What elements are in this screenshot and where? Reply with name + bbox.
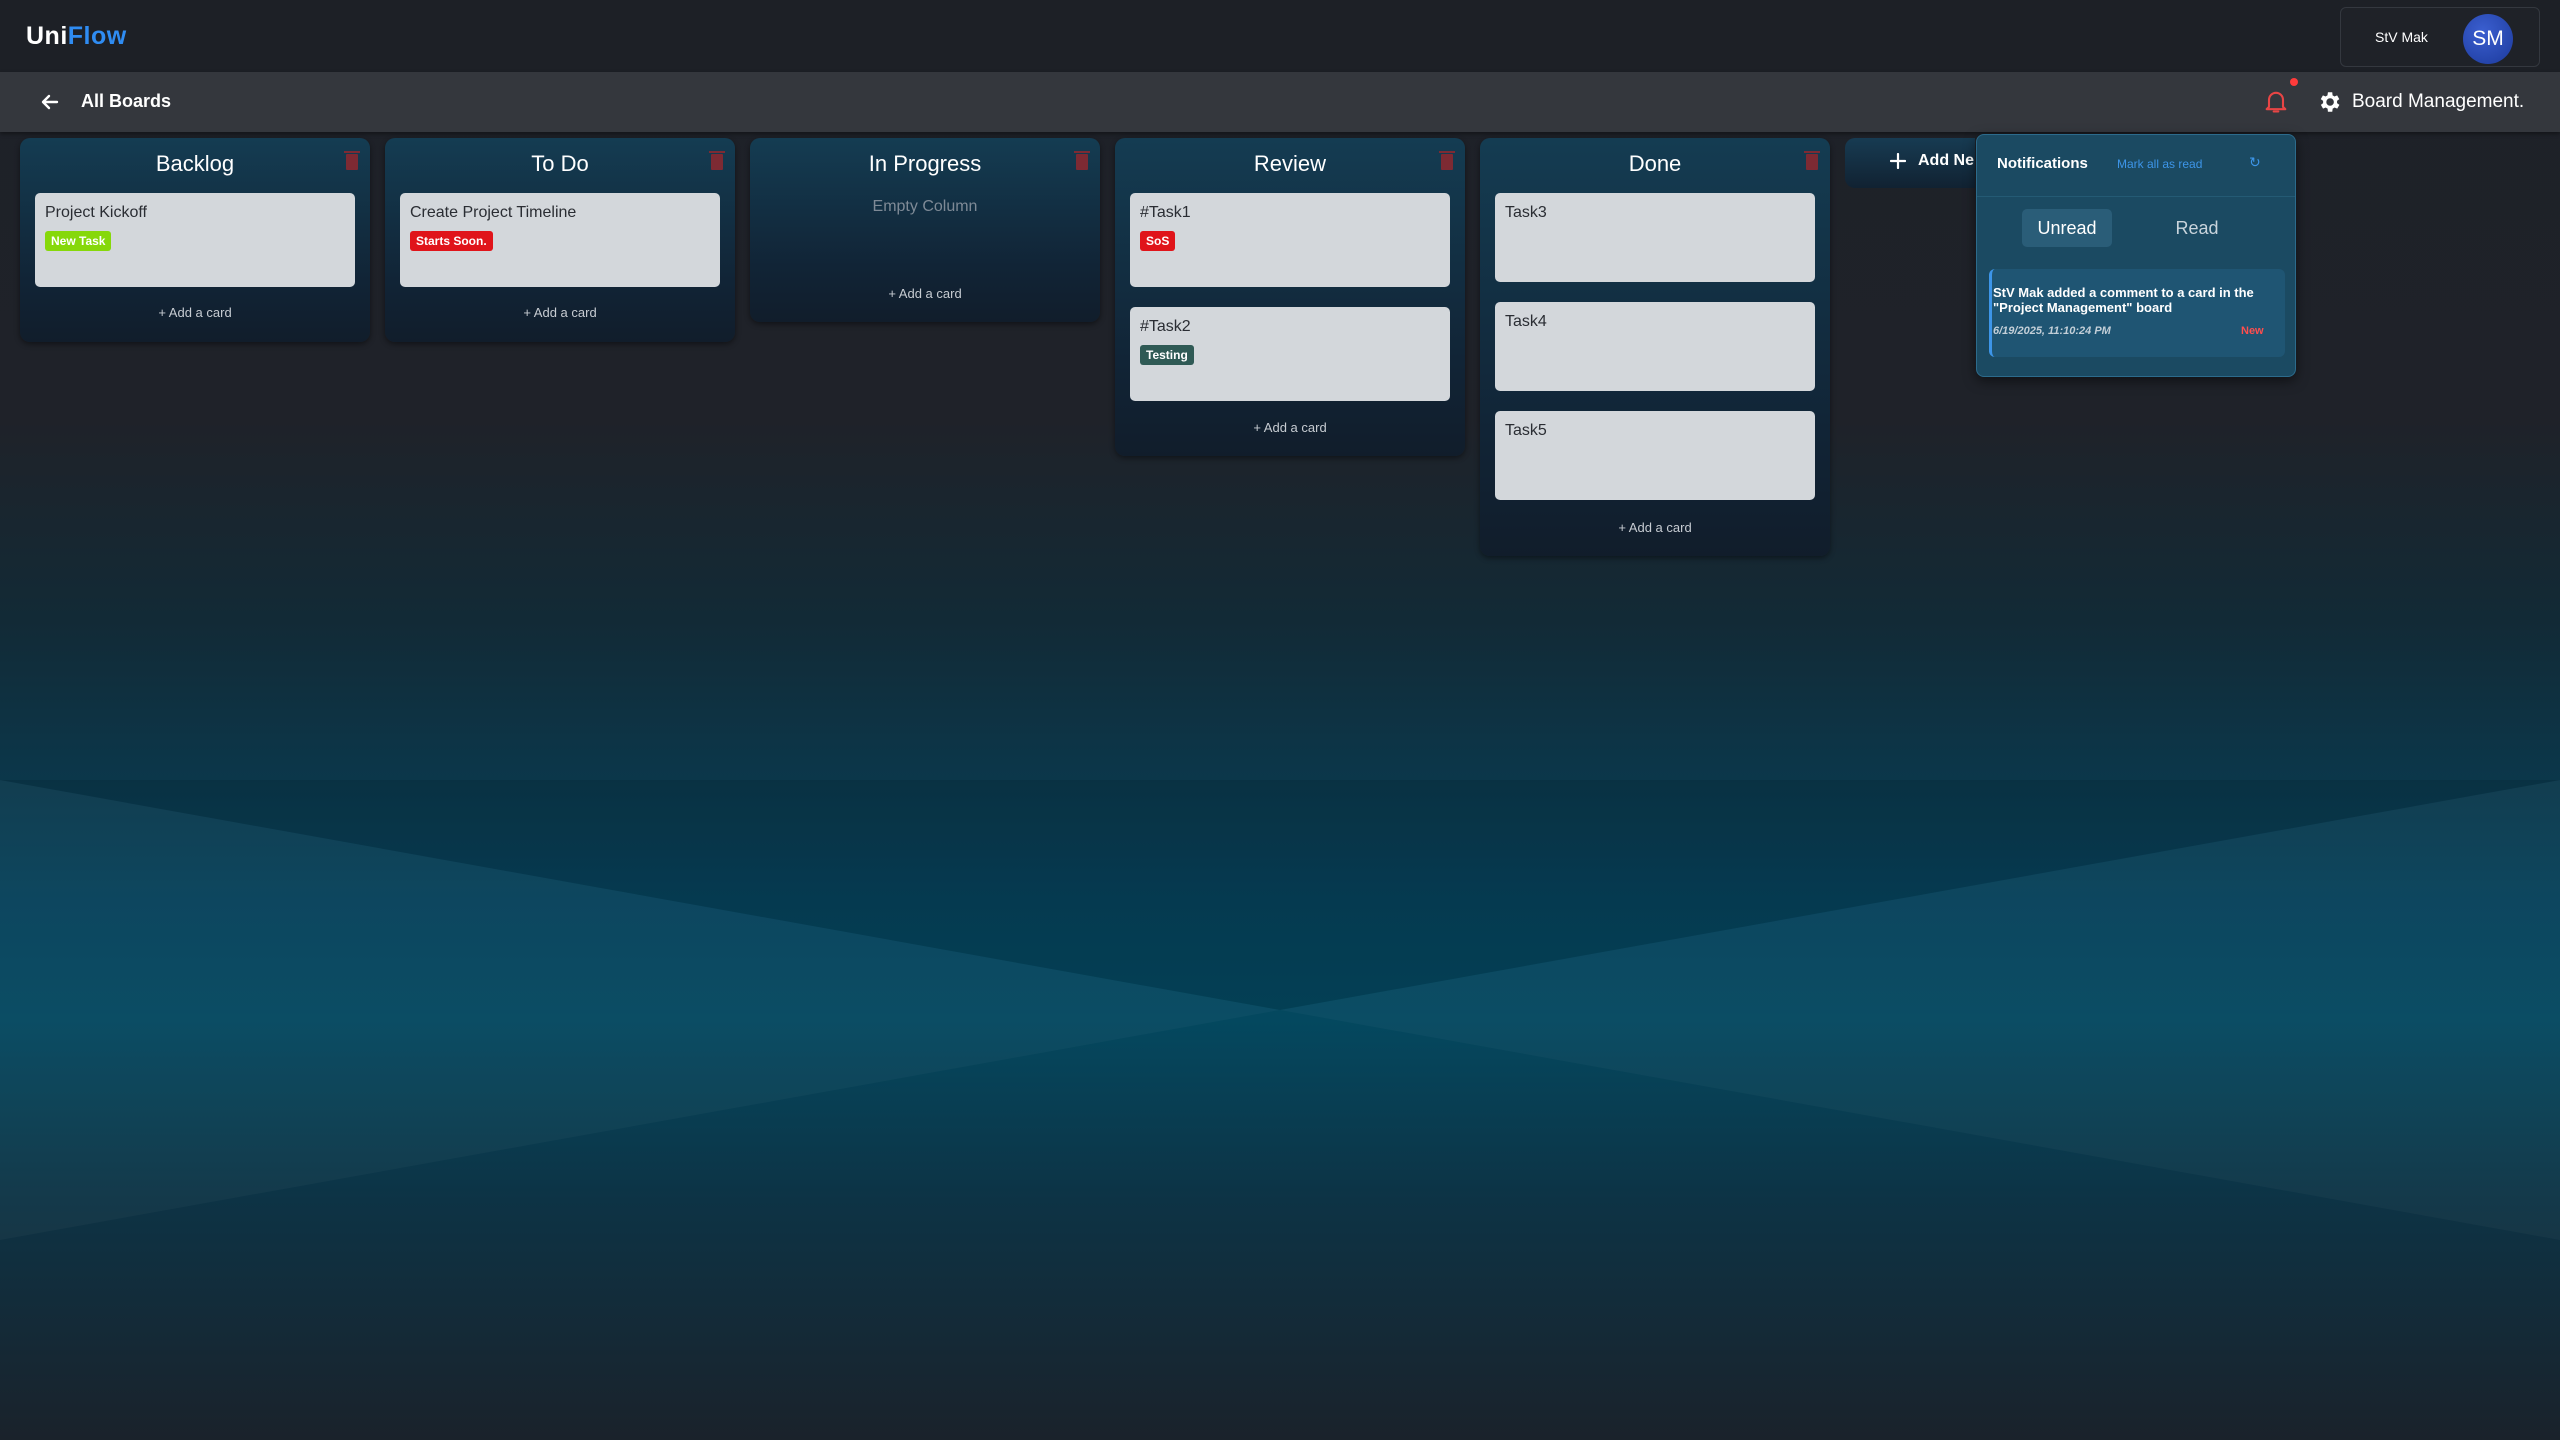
notification-time: 6/19/2025, 11:10:24 PM — [1993, 325, 2111, 337]
bell-icon[interactable] — [2262, 87, 2290, 115]
trash-icon[interactable] — [1439, 151, 1455, 170]
user-menu[interactable]: StV Mak SM — [2340, 7, 2540, 67]
card-tag: New Task — [45, 231, 112, 251]
add-card-button[interactable]: + Add a card — [20, 305, 370, 320]
add-card-button[interactable]: + Add a card — [1480, 520, 1830, 535]
card[interactable]: Task5 — [1495, 411, 1815, 500]
app-logo[interactable]: UniFlow — [26, 22, 127, 51]
card-title: Task4 — [1505, 313, 1547, 330]
refresh-icon[interactable]: ↻ — [2249, 154, 2261, 171]
trash-icon[interactable] — [344, 151, 360, 170]
add-list-button[interactable]: Add Ne — [1845, 138, 1975, 188]
column-title: To Do — [531, 151, 589, 176]
card-title: #Task2 — [1140, 318, 1191, 335]
notifications-header: Notifications Mark all as read ↻ — [1977, 135, 2295, 197]
notifications-panel: Notifications Mark all as read ↻ Unread … — [1976, 134, 2296, 377]
trash-icon[interactable] — [1804, 151, 1820, 170]
card-title: #Task1 — [1140, 204, 1191, 221]
board-settings-button[interactable]: Board Management. — [2316, 85, 2524, 119]
arrow-left-icon[interactable] — [38, 90, 62, 114]
add-card-button[interactable]: + Add a card — [385, 305, 735, 320]
logo-uni: Uni — [26, 22, 68, 50]
all-boards-link[interactable]: All Boards — [81, 91, 171, 112]
notification-message: StV Mak added a comment to a card in the… — [1993, 285, 2254, 315]
board-name: Board Management. — [2352, 91, 2525, 112]
board-header: All Boards Board Management. — [0, 72, 2560, 132]
add-list-label: Add Ne — [1918, 152, 1974, 169]
tab-read[interactable]: Read — [2152, 209, 2242, 247]
add-card-button[interactable]: + Add a card — [1115, 420, 1465, 435]
add-card-button[interactable]: + Add a card — [750, 286, 1100, 301]
user-name: StV Mak — [2375, 29, 2428, 45]
plus-icon — [1890, 153, 1906, 169]
empty-column-text: Empty Column — [872, 198, 978, 215]
notifications-title: Notifications — [1997, 155, 2088, 172]
card[interactable]: Task3 — [1495, 193, 1815, 282]
card-title: Task3 — [1505, 204, 1547, 221]
logo-flow: Flow — [67, 22, 127, 50]
column-todo: To Do Create Project Timeline Starts Soo… — [385, 138, 735, 342]
column-review: Review #Task1 SoS #Task2 Testing + Add a… — [1115, 138, 1465, 456]
card-tag: Starts Soon. — [410, 231, 493, 251]
column-title: Done — [1628, 151, 1682, 176]
trash-icon[interactable] — [1074, 151, 1090, 170]
card-tag: Testing — [1140, 345, 1194, 365]
trash-icon[interactable] — [709, 151, 725, 170]
notification-new-badge: New — [2241, 325, 2264, 337]
card-title: Project Kickoff — [45, 204, 147, 221]
gear-icon — [2320, 92, 2340, 112]
mark-all-read-link[interactable]: Mark all as read — [2117, 157, 2202, 171]
top-bar: UniFlow StV Mak SM — [0, 0, 2560, 72]
card-title: Create Project Timeline — [410, 204, 577, 221]
column-title: Review — [1253, 151, 1327, 176]
column-title: Backlog — [155, 151, 235, 176]
column-in-progress: In Progress Empty Column + Add a card — [750, 138, 1100, 322]
card[interactable]: Task4 — [1495, 302, 1815, 391]
avatar[interactable]: SM — [2463, 14, 2513, 64]
column-done: Done Task3 Task4 Task5 + Add a card — [1480, 138, 1830, 556]
card[interactable]: #Task2 Testing — [1130, 307, 1450, 401]
card[interactable]: Project Kickoff New Task — [35, 193, 355, 287]
notification-dot — [2290, 78, 2298, 86]
card[interactable]: Create Project Timeline Starts Soon. — [400, 193, 720, 287]
tab-unread[interactable]: Unread — [2022, 209, 2112, 247]
column-title: In Progress — [868, 151, 982, 176]
column-backlog: Backlog Project Kickoff New Task + Add a… — [20, 138, 370, 342]
card[interactable]: #Task1 SoS — [1130, 193, 1450, 287]
card-title: Task5 — [1505, 422, 1547, 439]
card-tag: SoS — [1140, 231, 1176, 251]
